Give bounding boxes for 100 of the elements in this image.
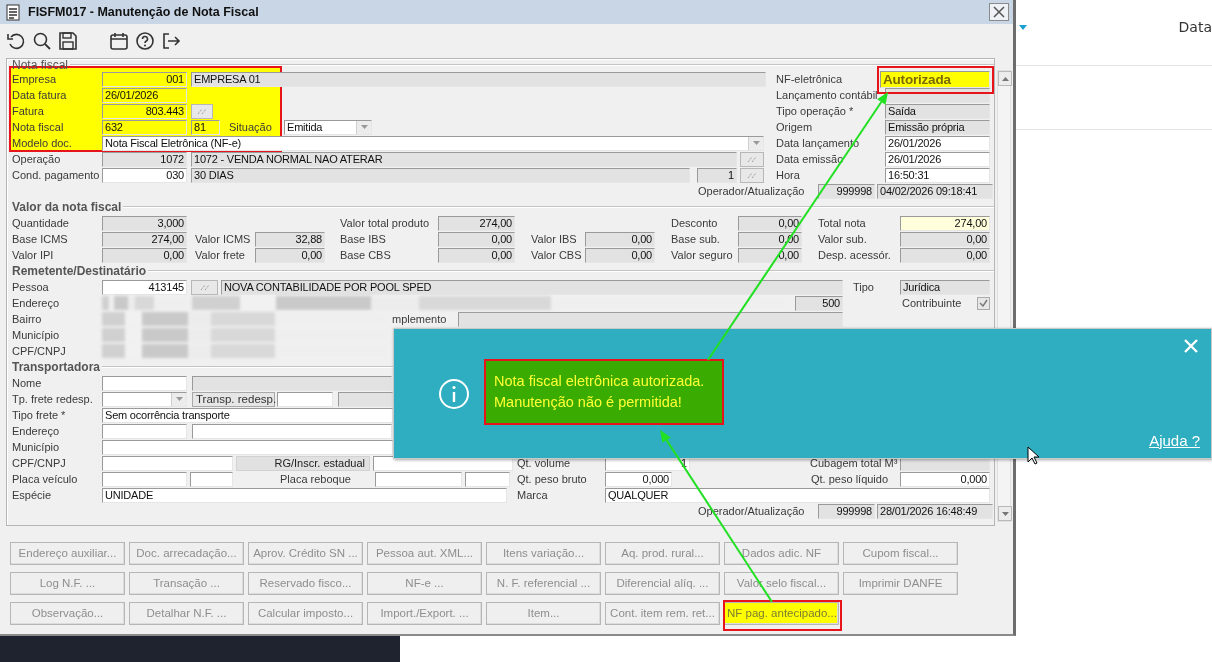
text-field[interactable]: 0,00 [438,231,515,247]
text-field[interactable] [102,455,233,471]
field-label: Valor IPI [12,248,55,262]
text-field[interactable]: 0,000 [605,471,672,487]
text-field[interactable]: 0,00 [900,247,990,263]
dropdown-field[interactable]: Nota Fiscal Eletrônica (NF-e) [102,135,764,151]
field-label: Valor seguro [671,248,734,262]
field-label: Município [12,328,61,342]
scroll-down-button[interactable] [998,506,1012,521]
close-button[interactable] [989,3,1009,21]
text-field[interactable]: EMPRESA 01 [191,71,766,87]
field-label: Valor IBS [531,232,578,246]
text-field[interactable] [192,423,392,439]
text-field[interactable]: 999998 [818,503,875,519]
text-field[interactable]: 30 DIAS [191,167,690,183]
text-field[interactable]: 413145 [102,279,187,295]
text-field[interactable]: 0,00 [438,247,515,263]
text-field[interactable] [102,375,187,391]
window-title: FISFM017 - Manutenção de Nota Fiscal [28,3,260,21]
text-field[interactable] [277,391,333,407]
text-field[interactable]: 0,00 [900,231,990,247]
exit-icon[interactable] [161,31,181,51]
text-field[interactable]: 274,00 [900,215,990,231]
text-field[interactable]: 0,000 [900,471,990,487]
text-field[interactable] [375,471,462,487]
undo-icon[interactable] [6,31,26,51]
scroll-up-button[interactable] [998,71,1012,86]
text-field[interactable]: 0,00 [102,247,187,263]
text-field[interactable] [338,391,393,407]
text-field[interactable]: 274,00 [438,215,515,231]
text-field[interactable] [102,471,187,487]
field-label: Base IBS [340,232,387,246]
text-field[interactable]: 16:50:31 [885,167,990,183]
text-field[interactable]: NOVA CONTABILIDADE POR POOL SPED [221,279,843,295]
section-title: Valor da nota fiscal [12,201,124,213]
field-label: Valor CBS [531,248,583,262]
text-field[interactable] [102,423,187,439]
text-field[interactable]: Saída [885,103,990,119]
text-field[interactable] [458,311,843,327]
text-field[interactable]: 0,00 [738,247,802,263]
text-field[interactable]: Emissão própria [885,119,990,135]
lookup-button[interactable] [191,279,218,295]
text-field[interactable]: 28/01/2026 16:48:49 [877,503,993,519]
text-field[interactable]: 0,00 [585,247,655,263]
text-field[interactable]: 32,88 [255,231,325,247]
text-field[interactable] [192,375,392,391]
cursor-icon [1027,446,1039,465]
text-field[interactable]: Jurídica [900,279,990,295]
field-label: Cond. pagamento [12,168,100,182]
checkbox[interactable] [977,296,990,310]
text-field[interactable]: 030 [102,167,187,183]
field-label: Empresa [12,72,58,86]
save-icon[interactable] [58,31,78,51]
text-field[interactable]: 999998 [818,183,875,199]
lookup-button[interactable] [740,151,764,167]
caret-icon[interactable] [1019,25,1027,30]
text-field[interactable]: 1072 - VENDA NORMAL NAO ATERAR [191,151,737,167]
help-icon[interactable] [135,31,155,51]
text-field[interactable]: 26/01/2026 [885,151,990,167]
text-field[interactable]: 3,000 [102,215,187,231]
dropdown-field[interactable]: Emitida [284,119,372,135]
text-field[interactable]: 274,00 [102,231,187,247]
field-label: Tipo frete * [12,408,67,422]
field-label: Valor ICMS [195,232,252,246]
field-label: Nota fiscal [12,120,65,134]
text-field[interactable]: UNIDADE [102,487,507,503]
field-label: Quantidade [12,216,70,230]
field-label: Placa reboque [280,472,352,486]
text-field[interactable] [190,471,233,487]
text-field[interactable]: Sem ocorrência transporte [102,407,393,423]
field-label: Situação [229,120,273,134]
transport-button[interactable]: Transp. redesp. [192,391,275,407]
text-field[interactable]: 1 [697,167,737,183]
field-label: Qt. peso bruto [517,472,588,486]
text-field[interactable] [465,471,510,487]
field-label: Tp. frete redesp. [12,392,94,406]
field-label: Origem [776,120,814,134]
text-field[interactable]: 0,00 [255,247,325,263]
text-field[interactable]: 04/02/2026 09:18:41 [877,183,993,199]
calendar-icon[interactable] [109,31,129,51]
text-field[interactable]: 0,00 [585,231,655,247]
search-icon[interactable] [32,31,52,51]
field-label: NF-eletrônica [776,72,844,86]
field-label: Fatura [12,104,45,118]
field-label: RG/Inscr. estadual [236,455,370,471]
field-label: Data emissão [776,152,845,166]
text-field[interactable] [102,439,393,455]
text-field[interactable]: QUALQUER [605,487,990,503]
text-field[interactable]: 26/01/2026 [885,135,990,151]
field-label: Tipo [853,280,875,294]
text-field[interactable]: 0,00 [738,215,802,231]
field-label: Valor total produto [340,216,431,230]
text-field[interactable]: 500 [795,295,843,311]
down-arrow-icon [1001,511,1009,516]
lookup-button[interactable] [740,167,764,183]
status-field[interactable]: Autorizada [880,70,990,88]
dropdown-field[interactable] [102,391,187,407]
section-title: Remetente/Destinatário [12,265,149,277]
caret-icon [175,397,183,401]
close-icon [1183,338,1199,354]
